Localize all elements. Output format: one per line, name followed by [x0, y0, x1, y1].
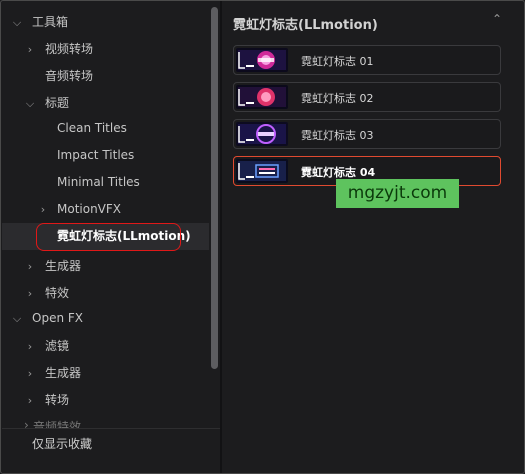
tree-item-audio-effects[interactable]: › 音频特效 [3, 414, 209, 428]
chevron-down-icon[interactable]: ⌵ [24, 90, 36, 117]
tree-item-filters[interactable]: › 滤镜 [2, 333, 209, 360]
tree-item-motionvfx[interactable]: › MotionVFX [2, 196, 209, 223]
tree-item-minimal-titles[interactable]: Minimal Titles [2, 169, 209, 196]
chevron-right-icon[interactable]: › [24, 387, 36, 414]
tree-item-generators[interactable]: › 生成器 [2, 253, 209, 280]
content-title: 霓虹灯标志(LLmotion) [233, 18, 378, 33]
clip-label: 霓虹灯标志 02 [301, 92, 374, 105]
effects-library-window: ⌵ 工具箱 › 视频转场 音频转场 ⌵ 标题 Clean Titles Impa… [0, 0, 525, 474]
tree-item-neon-logo[interactable]: 霓虹灯标志(LLmotion) [2, 223, 209, 250]
tree-item-impact-titles[interactable]: Impact Titles [2, 142, 209, 169]
clip-item-neon-01[interactable]: 霓虹灯标志 01 [233, 45, 501, 75]
chevron-down-icon[interactable]: ⌵ [11, 305, 23, 332]
clip-item-neon-02[interactable]: 霓虹灯标志 02 [233, 82, 501, 112]
clip-label: 霓虹灯标志 03 [301, 129, 374, 142]
tree-item-clean-titles[interactable]: Clean Titles [2, 115, 209, 142]
clip-thumbnail [236, 85, 288, 109]
chevron-right-icon[interactable]: › [24, 360, 36, 387]
tree-item-ofx-generators[interactable]: › 生成器 [2, 360, 209, 387]
clip-thumbnail [236, 48, 288, 72]
chevron-right-icon[interactable]: › [24, 253, 36, 280]
category-tree: ⌵ 工具箱 › 视频转场 音频转场 ⌵ 标题 Clean Titles Impa… [2, 2, 209, 428]
tree-item-effects[interactable]: › 特效 [2, 280, 209, 307]
clip-thumbnail [236, 159, 288, 183]
chevron-down-icon[interactable]: ⌵ [11, 9, 23, 36]
tree-item-titles[interactable]: ⌵ 标题 [2, 90, 209, 117]
chevron-up-icon[interactable]: ⌃ [492, 12, 502, 26]
chevron-right-icon[interactable]: › [37, 196, 49, 223]
favorites-only-toggle[interactable]: 仅显示收藏 [32, 435, 92, 452]
tree-item-video-transitions[interactable]: › 视频转场 [2, 36, 209, 63]
clip-label: 霓虹灯标志 04 [301, 166, 376, 179]
tree-item-transitions[interactable]: › 转场 [2, 387, 209, 414]
chevron-right-icon[interactable]: › [24, 280, 36, 307]
tree-item-toolbox[interactable]: ⌵ 工具箱 [2, 9, 209, 36]
tree-footer: 仅显示收藏 [2, 428, 220, 473]
clip-item-neon-03[interactable]: 霓虹灯标志 03 [233, 119, 501, 149]
clip-thumbnail [236, 122, 288, 146]
chevron-right-icon: › [24, 418, 29, 428]
chevron-right-icon[interactable]: › [24, 36, 36, 63]
watermark: mgzyjt.com [336, 179, 459, 208]
clip-label: 霓虹灯标志 01 [301, 55, 374, 68]
tree-scrollbar-thumb[interactable] [211, 7, 218, 369]
tree-item-audio-transitions[interactable]: 音频转场 [2, 63, 209, 90]
effects-content-panel: 霓虹灯标志(LLmotion) ⌃ 霓虹灯标志 01 霓虹灯标志 02 霓虹灯标… [222, 2, 523, 472]
tree-item-open-fx[interactable]: ⌵ Open FX [2, 305, 209, 332]
chevron-right-icon[interactable]: › [24, 333, 36, 360]
